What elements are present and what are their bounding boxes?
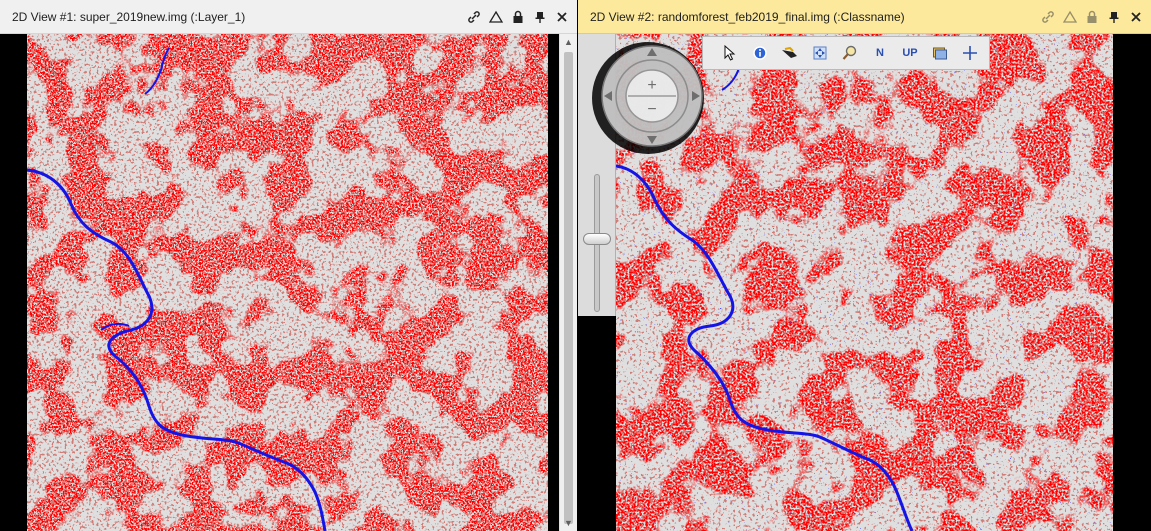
view-2-title: 2D View #2: randomforest_feb2019_final.i… <box>590 9 905 24</box>
view-1-titlebar-icons <box>465 8 577 26</box>
view-1-vertical-scrollbar[interactable]: ▲ ▼ <box>559 34 577 531</box>
fit-icon <box>813 46 827 60</box>
navigation-dial[interactable]: + − <box>590 40 706 156</box>
roam-tool[interactable] <box>775 38 805 68</box>
scroll-down-arrow[interactable]: ▼ <box>560 515 577 531</box>
view-1-titlebar[interactable]: 2D View #1: super_2019new.img (:Layer_1) <box>0 0 577 34</box>
classified-raster-1 <box>27 34 548 531</box>
view-2-pane: 2D View #2: randomforest_feb2019_final.i… <box>578 0 1151 531</box>
north-up-tool[interactable]: N <box>865 38 895 68</box>
view-1-title: 2D View #1: super_2019new.img (:Layer_1) <box>12 9 246 24</box>
zoom-in-button[interactable]: + <box>647 77 656 94</box>
link-icon[interactable] <box>1039 8 1057 26</box>
close-icon[interactable] <box>1127 8 1145 26</box>
north-up-label: N <box>876 46 884 59</box>
lock-icon[interactable] <box>1083 8 1101 26</box>
crosshair-icon <box>963 46 977 60</box>
layers-icon <box>933 47 947 60</box>
classified-map-1[interactable] <box>27 34 548 531</box>
view-1-pane: 2D View #1: super_2019new.img (:Layer_1) <box>0 0 577 531</box>
scroll-up-arrow[interactable]: ▲ <box>560 34 577 50</box>
link-icon[interactable] <box>465 8 483 26</box>
pin-icon[interactable] <box>531 8 549 26</box>
view-2-titlebar[interactable]: 2D View #2: randomforest_feb2019_final.i… <box>578 0 1151 34</box>
up-label: UP <box>902 46 918 59</box>
fit-tool[interactable] <box>805 38 835 68</box>
map-toolstrip: N UP <box>702 36 990 70</box>
info-tool[interactable] <box>745 38 775 68</box>
cursor-icon <box>724 45 736 61</box>
scroll-thumb[interactable] <box>564 52 573 524</box>
triangle-icon[interactable] <box>487 8 505 26</box>
lock-icon[interactable] <box>509 8 527 26</box>
close-icon[interactable] <box>553 8 571 26</box>
up-tool[interactable]: UP <box>895 38 925 68</box>
triangle-icon[interactable] <box>1061 8 1079 26</box>
crosshair-tool[interactable] <box>955 38 985 68</box>
magnifier-icon <box>842 45 857 60</box>
zoom-tool[interactable] <box>835 38 865 68</box>
zoom-slider-knob[interactable] <box>583 233 611 245</box>
layers-tool[interactable] <box>925 38 955 68</box>
pin-icon[interactable] <box>1105 8 1123 26</box>
zoom-out-button[interactable]: − <box>647 101 656 118</box>
hand-icon <box>782 46 797 58</box>
view-2-titlebar-icons <box>1039 8 1151 26</box>
info-icon <box>753 46 767 60</box>
select-tool[interactable] <box>715 38 745 68</box>
